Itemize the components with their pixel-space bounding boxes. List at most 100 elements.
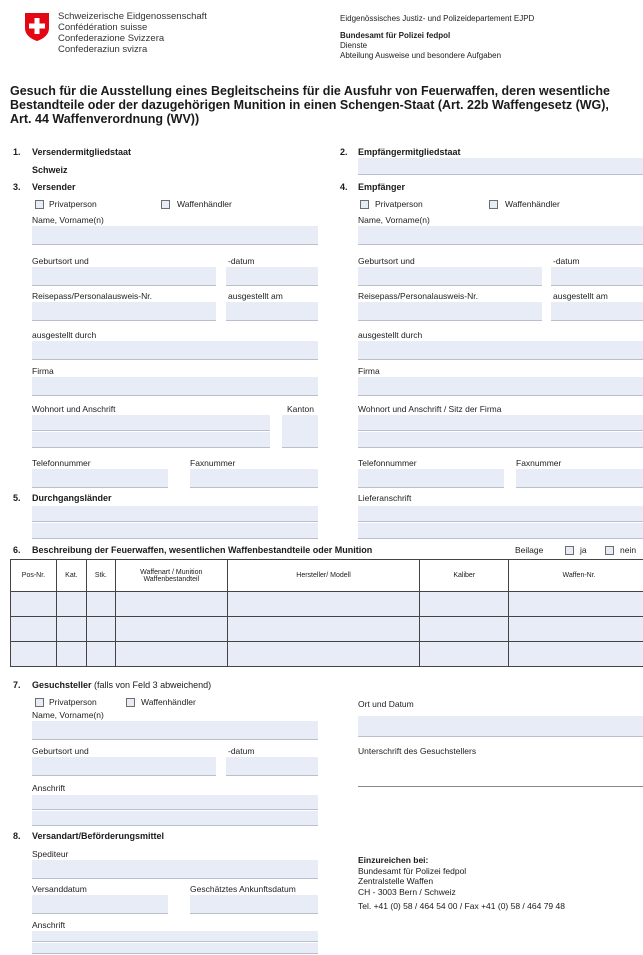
receiver-issued-on-field[interactable] (551, 302, 643, 321)
table-cell[interactable] (508, 641, 643, 667)
receiver-address-field-2[interactable] (358, 432, 643, 448)
sender-address-field-1[interactable] (32, 415, 270, 431)
confed-it: Confederazione Svizzera (58, 33, 165, 44)
receiver-state-field[interactable] (358, 158, 643, 175)
sender-canton-field[interactable] (282, 415, 318, 448)
department-block: Eidgenössisches Justiz- und Polizeidepar… (340, 14, 534, 61)
submit-line-2: Zentralstelle Waffen (358, 876, 434, 886)
table-cell[interactable] (85, 616, 116, 642)
section-7-title: Gesuchsteller (32, 680, 92, 690)
table-cell[interactable] (226, 616, 421, 642)
sender-birthdate-field[interactable] (226, 267, 318, 286)
receiver-phone-field[interactable] (358, 469, 504, 488)
applicant-birthplace-field[interactable] (32, 757, 216, 776)
receiver-address-field-1[interactable] (358, 415, 643, 431)
table-cell[interactable] (114, 641, 228, 667)
beilage-ja-label: ja (580, 545, 587, 555)
receiver-passport-field[interactable] (358, 302, 542, 321)
submit-line-3: CH - 3003 Bern / Schweiz (358, 886, 456, 897)
sender-company-field[interactable] (32, 377, 318, 396)
receiver-fax-field[interactable] (516, 469, 643, 488)
place-date-field[interactable] (358, 716, 643, 737)
applicant-privatperson-label: Privatperson (49, 697, 97, 707)
ship-date-field[interactable] (32, 895, 168, 914)
sender-address-field-2[interactable] (32, 432, 270, 448)
table-cell[interactable] (226, 591, 421, 617)
office-sub1: Dienste (340, 41, 368, 50)
receiver-issued-by-field[interactable] (358, 341, 643, 360)
col-header-serial: Waffen-Nr. (508, 559, 643, 592)
beilage-ja-checkbox[interactable] (565, 546, 574, 555)
table-cell[interactable] (114, 591, 228, 617)
sender-issued-by-label: ausgestellt durch (32, 330, 97, 340)
table-cell[interactable] (419, 591, 510, 617)
table-cell[interactable] (10, 641, 57, 667)
col-header-caliber: Kaliber (419, 559, 510, 592)
sender-canton-label: Kanton (287, 404, 314, 414)
table-cell[interactable] (55, 616, 87, 642)
swiss-coat-of-arms-icon (24, 12, 50, 42)
beilage-nein-checkbox[interactable] (605, 546, 614, 555)
sender-waffenhaendler-checkbox[interactable] (161, 200, 170, 209)
table-cell[interactable] (85, 641, 116, 667)
applicant-name-label: Name, Vorname(n) (32, 710, 104, 720)
table-row (10, 591, 643, 617)
sender-phone-field[interactable] (32, 469, 168, 488)
applicant-name-field[interactable] (32, 721, 318, 740)
applicant-waffenhaendler-checkbox[interactable] (126, 698, 135, 707)
receiver-company-field[interactable] (358, 377, 643, 396)
sender-passport-field[interactable] (32, 302, 216, 321)
table-cell[interactable] (55, 641, 87, 667)
sender-privatperson-checkbox[interactable] (35, 200, 44, 209)
table-cell[interactable] (10, 616, 57, 642)
table-cell[interactable] (508, 591, 643, 617)
sender-issued-on-field[interactable] (226, 302, 318, 321)
shipping-address-field-1[interactable] (32, 931, 318, 942)
section-2-number: 2. (340, 147, 348, 157)
sender-birthplace-field[interactable] (32, 267, 216, 286)
receiver-birthdate-field[interactable] (551, 267, 643, 286)
place-date-label: Ort und Datum (358, 699, 414, 709)
delivery-address-field-1[interactable] (358, 506, 643, 522)
table-row (10, 641, 643, 667)
submit-line-1: Bundesamt für Polizei fedpol (358, 865, 467, 876)
section-5-title: Durchgangsländer (32, 493, 112, 503)
delivery-address-field-2[interactable] (358, 523, 643, 539)
applicant-address-field-1[interactable] (32, 795, 318, 810)
receiver-issued-on-label: ausgestellt am (553, 291, 608, 301)
shipping-address-field-2[interactable] (32, 943, 318, 954)
table-cell[interactable] (114, 616, 228, 642)
applicant-address-field-2[interactable] (32, 811, 318, 826)
delivery-address-label: Lieferanschrift (358, 493, 412, 503)
table-cell[interactable] (419, 616, 510, 642)
sender-passport-label: Reisepass/Personalausweis-Nr. (32, 291, 152, 301)
receiver-waffenhaendler-checkbox[interactable] (489, 200, 498, 209)
transit-countries-field-1[interactable] (32, 506, 318, 522)
sender-name-field[interactable] (32, 226, 318, 245)
section-7-heading: Gesuchsteller (falls von Feld 3 abweiche… (32, 680, 211, 690)
sender-fax-field[interactable] (190, 469, 318, 488)
receiver-birthplace-field[interactable] (358, 267, 542, 286)
table-cell[interactable] (10, 591, 57, 617)
col-header-kat: Kat. (55, 559, 87, 592)
table-cell[interactable] (85, 591, 116, 617)
sender-name-label: Name, Vorname(n) (32, 215, 104, 225)
table-cell[interactable] (226, 641, 421, 667)
sender-issued-by-field[interactable] (32, 341, 318, 360)
forwarder-field[interactable] (32, 860, 318, 879)
table-cell[interactable] (55, 591, 87, 617)
table-cell[interactable] (419, 641, 510, 667)
table-row (10, 616, 643, 642)
table-cell[interactable] (508, 616, 643, 642)
transit-countries-field-2[interactable] (32, 523, 318, 539)
receiver-privatperson-checkbox[interactable] (360, 200, 369, 209)
applicant-waffenhaendler-label: Waffenhändler (141, 697, 196, 707)
arrival-date-field[interactable] (190, 895, 318, 914)
sender-company-label: Firma (32, 366, 54, 376)
applicant-birthdate-field[interactable] (226, 757, 318, 776)
applicant-privatperson-checkbox[interactable] (35, 698, 44, 707)
title-line-2: Bestandteile oder der dazugehörigen Muni… (10, 98, 609, 112)
receiver-name-field[interactable] (358, 226, 643, 245)
signature-line[interactable] (358, 786, 643, 787)
title-line-1: Gesuch für die Ausstellung eines Begleit… (10, 84, 610, 98)
